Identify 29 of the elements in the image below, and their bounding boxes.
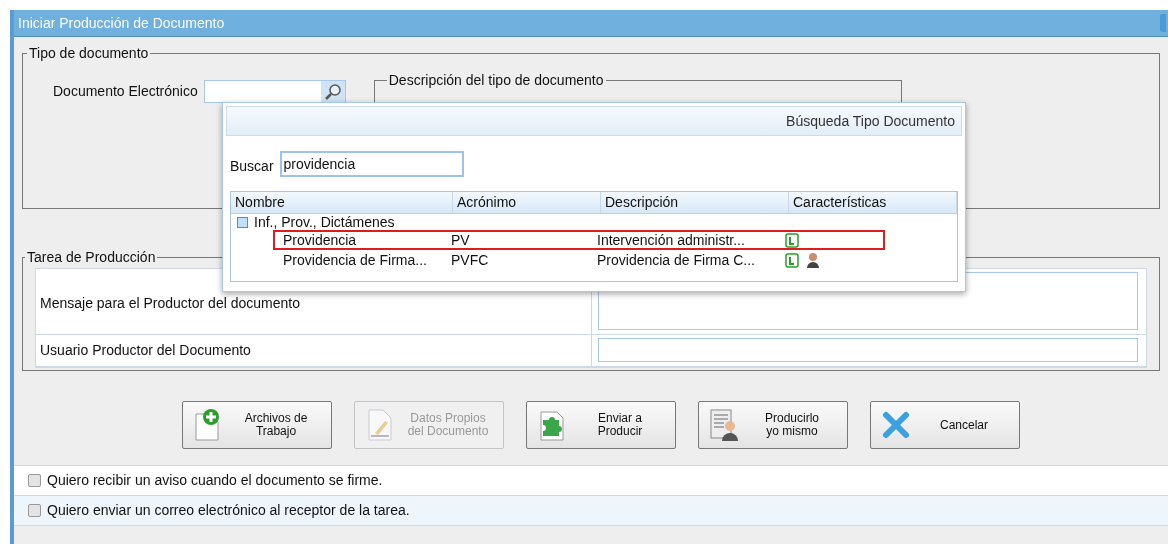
search-field[interactable]: providencia [279,150,464,177]
field-label: Usuario Productor del Documento [40,341,251,360]
checkbox-label: Quiero recibir un aviso cuando el documento se firme. [47,471,383,490]
column-header[interactable]: Acrónimo [453,192,601,213]
table-cell-text: PVFC [450,250,490,270]
table-row[interactable]: Providencia PV Intervención administr... [273,230,885,250]
column-header[interactable]: Nombre [231,192,453,213]
field-label: Documento Electrónico [53,82,198,101]
section-legend: Tarea de Producción [25,247,158,268]
section-legend: Descripción del tipo de documento [386,70,606,91]
column-header[interactable]: Características [789,192,957,213]
tree-group-label: Inf., Prov., Dictámenes [254,212,395,232]
window-title: Iniciar Producción de Documento [18,13,225,33]
table-cell-text: Providencia de Firma... [282,250,428,270]
action-button[interactable]: Enviar a Producir [526,401,676,449]
table-cell-text: Providencia de Firma C... [597,250,756,270]
field-label: Mensaje para el Productor del documento [40,294,300,313]
section-legend: Tipo de documento [27,43,151,64]
checkbox-label: Quiero enviar un correo electrónico al receptor de la tarea. [47,501,410,520]
table-cell-text: Providencia [282,230,358,250]
column-header[interactable]: Descripción [601,192,789,213]
action-button[interactable]: Cancelar [870,401,1020,449]
action-button[interactable]: Archivos de Trabajo [182,401,332,449]
popup-title: Búsqueda Tipo Documento [786,111,955,131]
search-label: Buscar [230,157,274,176]
table-cell-text: PV [450,230,471,250]
table-row[interactable]: Providencia de Firma... PVFC Providencia de Firma C... [273,250,885,270]
action-button[interactable]: Producirlo yo mismo [698,401,848,449]
table-cell-text: Intervención administr... [597,230,746,250]
